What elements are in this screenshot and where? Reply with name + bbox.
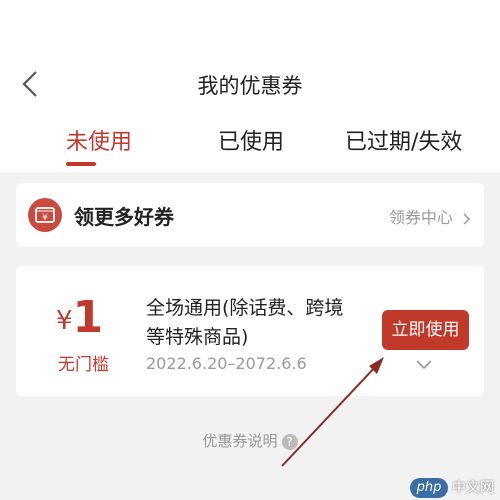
currency-symbol: ¥ — [56, 306, 73, 336]
coupon-validity: 2022.6.20–2072.6.6 — [146, 354, 307, 373]
tab-expired[interactable]: 已过期/失效 — [345, 124, 462, 156]
chevron-right-icon — [463, 212, 471, 225]
chevron-down-icon[interactable] — [414, 358, 434, 372]
tab-used[interactable]: 已使用 — [218, 124, 284, 156]
get-more-coupons-card[interactable]: ¥ 领更多好券 领券中心 — [16, 183, 484, 247]
coupon-center-label: 领券中心 — [388, 208, 453, 227]
coupon-explanation-link[interactable]: 优惠券说明? — [0, 430, 500, 451]
amount-value: 1 — [72, 292, 104, 343]
active-tab-indicator — [66, 162, 96, 166]
coupon-center-link[interactable]: 领券中心 — [389, 204, 472, 228]
get-more-coupons-label: 领更多好券 — [74, 205, 174, 229]
site-watermark: php 中文网 — [410, 478, 500, 500]
header-bar: 我的优惠券 — [0, 0, 500, 110]
coupon-icon-symbol: ¥ — [42, 213, 48, 223]
watermark-site: 中文网 — [452, 480, 494, 496]
coupon-threshold: 无门槛 — [58, 355, 109, 375]
page-title: 我的优惠券 — [197, 74, 303, 98]
coupon-description: 全场通用(除话费、跨境等特殊商品) — [146, 297, 344, 348]
coupon-card: ¥1 无门槛 全场通用(除话费、跨境等特殊商品) 2022.6.20–2072.… — [16, 266, 484, 396]
coupon-explanation-label: 优惠券说明 — [202, 432, 278, 450]
coupon-amount: ¥1 — [56, 296, 103, 340]
watermark-logo: php — [410, 478, 448, 498]
help-icon: ? — [281, 433, 298, 450]
tab-bar: 未使用 已使用 已过期/失效 — [0, 110, 500, 172]
coupon-icon: ¥ — [28, 198, 62, 232]
tab-unused[interactable]: 未使用 — [66, 124, 132, 156]
use-now-button[interactable]: 立即使用 — [382, 310, 469, 350]
coupon-list: ¥ 领更多好券 领券中心 ¥1 无门槛 全场通用(除话费、跨境等特殊商品) 20… — [0, 172, 500, 500]
